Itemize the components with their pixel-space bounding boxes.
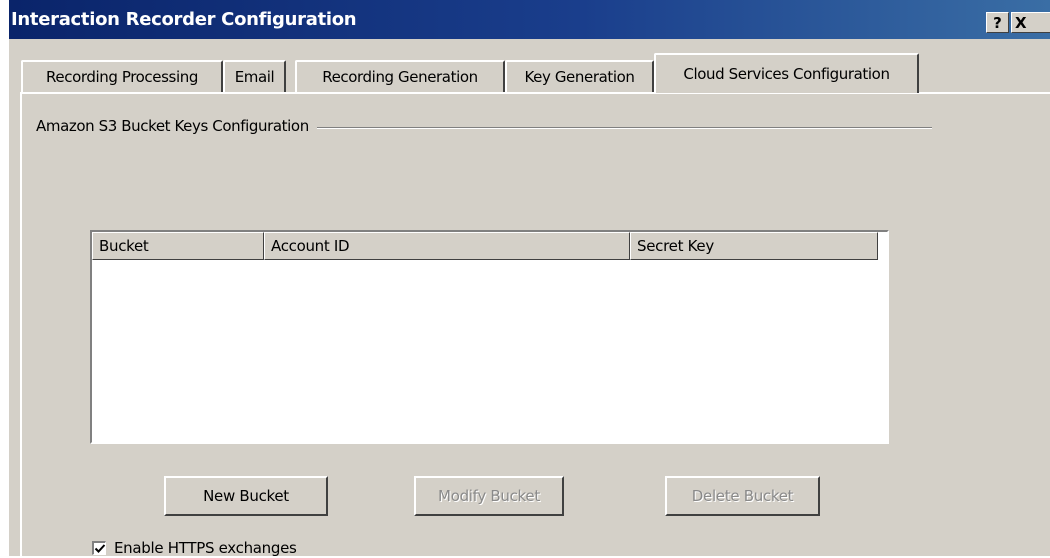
bucket-list-body[interactable]: [92, 260, 887, 442]
tab-recording-processing[interactable]: Recording Processing: [21, 60, 223, 92]
column-header-bucket[interactable]: Bucket: [92, 232, 264, 260]
tab-page-cloud-services: Amazon S3 Bucket Keys Configuration Buck…: [20, 92, 1050, 558]
enable-https-option[interactable]: Enable HTTPS exchanges: [92, 538, 297, 558]
tab-recording-generation[interactable]: Recording Generation: [295, 60, 505, 92]
tab-key-generation[interactable]: Key Generation: [505, 60, 654, 92]
new-bucket-button[interactable]: New Bucket: [164, 476, 328, 516]
tab-email[interactable]: Email: [223, 60, 286, 92]
close-button[interactable]: X: [1011, 12, 1050, 33]
group-title: Amazon S3 Bucket Keys Configuration: [36, 117, 317, 135]
bucket-list-header: Bucket Account ID Secret Key: [92, 232, 887, 260]
enable-https-checkbox[interactable]: [92, 541, 106, 555]
column-header-account-id[interactable]: Account ID: [264, 232, 630, 260]
dialog-body: Recording Processing Email Recording Gen…: [9, 39, 1050, 558]
modify-bucket-button[interactable]: Modify Bucket: [414, 476, 564, 516]
help-button[interactable]: ?: [986, 12, 1009, 33]
window-title: Interaction Recorder Configuration: [11, 9, 357, 30]
title-bar: Interaction Recorder Configuration ? X: [9, 0, 1050, 39]
enable-https-label[interactable]: Enable HTTPS exchanges: [114, 539, 297, 557]
checkmark-icon: [94, 544, 106, 553]
tab-strip: Recording Processing Email Recording Gen…: [9, 52, 1050, 93]
column-header-secret-key[interactable]: Secret Key: [630, 232, 878, 260]
delete-bucket-button[interactable]: Delete Bucket: [665, 476, 820, 516]
bucket-list[interactable]: Bucket Account ID Secret Key: [90, 230, 889, 444]
tab-cloud-services-configuration[interactable]: Cloud Services Configuration: [654, 53, 919, 93]
